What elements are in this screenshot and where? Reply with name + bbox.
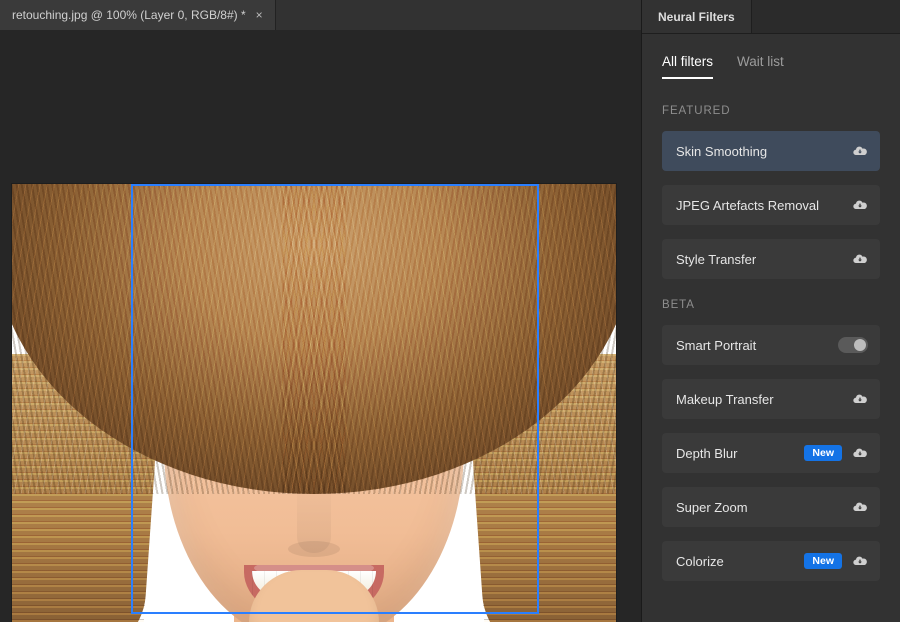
sub-tab-wait-list[interactable]: Wait list (737, 54, 784, 79)
filter-row-jpeg-artefacts-removal[interactable]: JPEG Artefacts Removal (662, 185, 880, 225)
cloud-download-icon[interactable] (852, 143, 868, 159)
filter-label: Skin Smoothing (676, 144, 842, 159)
document-tab-title: retouching.jpg @ 100% (Layer 0, RGB/8#) … (12, 8, 246, 22)
badge-new: New (804, 445, 842, 461)
cloud-download-icon[interactable] (852, 499, 868, 515)
section-heading-featured: FEATURED (662, 105, 880, 117)
filter-label: Depth Blur (676, 446, 794, 461)
filter-row-style-transfer[interactable]: Style Transfer (662, 239, 880, 279)
filter-row-smart-portrait[interactable]: Smart Portrait (662, 325, 880, 365)
panel-tab-label: Neural Filters (658, 10, 735, 24)
filter-label: Smart Portrait (676, 338, 828, 353)
sub-tab-label: All filters (662, 54, 713, 69)
sub-tab-bar: All filters Wait list (662, 54, 880, 79)
section-heading-beta: BETA (662, 299, 880, 311)
filter-row-depth-blur[interactable]: Depth Blur New (662, 433, 880, 473)
cloud-download-icon[interactable] (852, 553, 868, 569)
photo-layer (12, 184, 616, 622)
cloud-download-icon[interactable] (852, 391, 868, 407)
filter-label: Makeup Transfer (676, 392, 842, 407)
sub-tab-all-filters[interactable]: All filters (662, 54, 713, 79)
illustration-fur-hat (12, 184, 616, 494)
close-icon[interactable]: × (256, 8, 263, 22)
panel-body: All filters Wait list FEATURED Skin Smoo… (642, 34, 900, 595)
badge-new: New (804, 553, 842, 569)
document-tab[interactable]: retouching.jpg @ 100% (Layer 0, RGB/8#) … (0, 0, 276, 30)
filter-label: Colorize (676, 554, 794, 569)
sub-tab-label: Wait list (737, 54, 784, 69)
filter-row-colorize[interactable]: Colorize New (662, 541, 880, 581)
filter-label: Style Transfer (676, 252, 842, 267)
filter-label: Super Zoom (676, 500, 842, 515)
cloud-download-icon[interactable] (852, 251, 868, 267)
toggle-switch[interactable] (838, 337, 868, 353)
panel-tab-bar: Neural Filters (642, 0, 900, 34)
cloud-download-icon[interactable] (852, 445, 868, 461)
document-canvas[interactable] (12, 184, 616, 622)
neural-filters-panel: Neural Filters All filters Wait list FEA… (642, 0, 900, 622)
filter-row-makeup-transfer[interactable]: Makeup Transfer (662, 379, 880, 419)
app-root: retouching.jpg @ 100% (Layer 0, RGB/8#) … (0, 0, 900, 622)
panel-tab-neural-filters[interactable]: Neural Filters (642, 0, 752, 33)
canvas-area: retouching.jpg @ 100% (Layer 0, RGB/8#) … (0, 0, 642, 622)
document-tab-bar: retouching.jpg @ 100% (Layer 0, RGB/8#) … (0, 0, 641, 30)
filter-label: JPEG Artefacts Removal (676, 198, 842, 213)
canvas-viewport[interactable] (0, 30, 641, 622)
filter-row-super-zoom[interactable]: Super Zoom (662, 487, 880, 527)
cloud-download-icon[interactable] (852, 197, 868, 213)
filter-row-skin-smoothing[interactable]: Skin Smoothing (662, 131, 880, 171)
